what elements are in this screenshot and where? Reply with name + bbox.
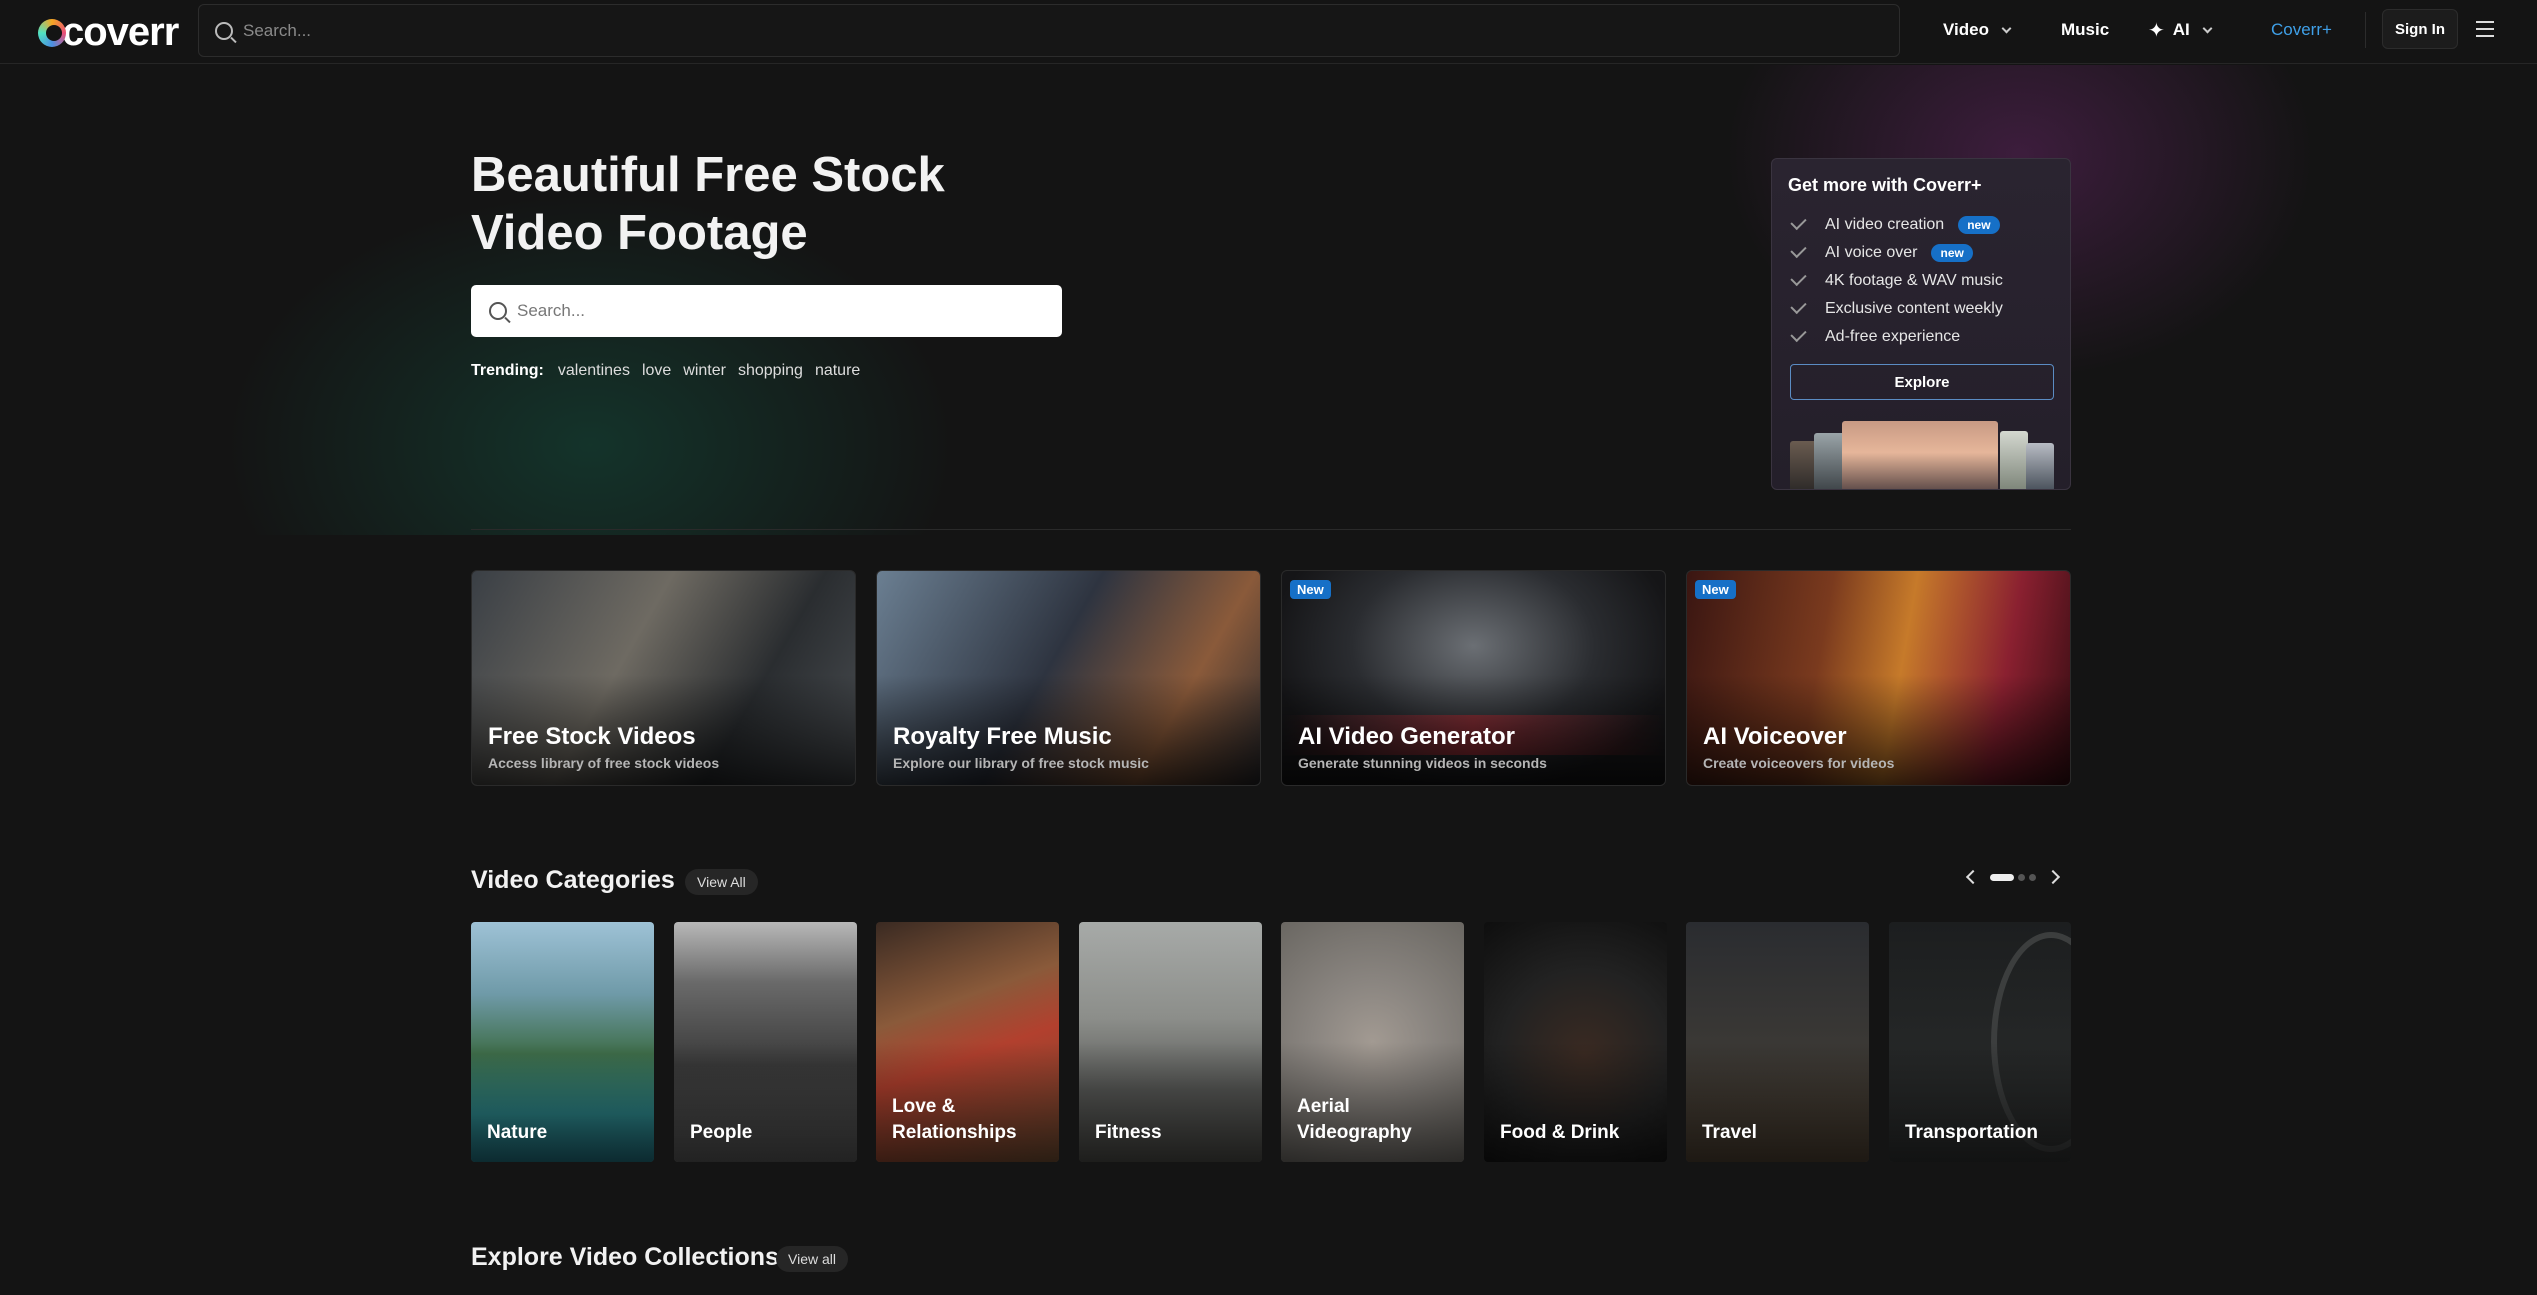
category-label: Nature: [487, 1122, 548, 1143]
nav-video-menu[interactable]: Video: [1943, 18, 2012, 42]
category-label: Love & Relationships: [892, 1096, 1017, 1143]
coverr-plus-title: Get more with Coverr+: [1788, 175, 1982, 195]
trending-tag[interactable]: shopping: [738, 362, 803, 380]
sparkles-icon: ✦: [2148, 19, 2165, 42]
trending-tag[interactable]: winter: [683, 362, 726, 380]
category-tile-transportation[interactable]: Transportation: [1889, 922, 2071, 1162]
category-tile-aerial-videography[interactable]: Aerial Videography: [1281, 922, 1464, 1162]
coverr-plus-card: Get more with Coverr+ AI video creation …: [1771, 158, 2071, 490]
feature-item: Exclusive content weekly: [1790, 295, 2003, 323]
category-label: Transportation: [1905, 1122, 2039, 1143]
hamburger-menu-icon[interactable]: [2476, 21, 2494, 37]
feature-card-title: Royalty Free Music: [893, 723, 1112, 750]
category-tile-nature[interactable]: Nature: [471, 922, 654, 1162]
feature-label: Exclusive content weekly: [1825, 300, 2003, 317]
explore-button[interactable]: Explore: [1790, 364, 2054, 400]
nav-divider: [2365, 12, 2366, 48]
feature-item: Ad-free experience: [1790, 323, 2003, 351]
feature-card-subtitle: Explore our library of free stock music: [893, 755, 1149, 771]
coverr-logo[interactable]: coverr: [38, 9, 179, 54]
hero-background: [0, 65, 2537, 535]
carousel-dot[interactable]: [2029, 873, 2036, 881]
new-badge: New: [1695, 580, 1736, 599]
preview-thumbnails: [1790, 421, 2054, 489]
hero-title-line1: Beautiful Free Stock: [471, 148, 945, 202]
feature-item: AI video creation new: [1790, 211, 2003, 239]
feature-label: AI voice over: [1825, 244, 1918, 261]
feature-card-subtitle: Create voiceovers for videos: [1703, 755, 1895, 771]
new-badge: New: [1290, 580, 1331, 599]
trending-tag[interactable]: love: [642, 362, 671, 380]
check-icon: [1790, 325, 1807, 343]
new-badge: new: [1931, 244, 1973, 262]
nav-music-link[interactable]: Music: [2061, 18, 2109, 42]
hero-search-input[interactable]: [517, 285, 1062, 337]
trending-label: Trending:: [471, 362, 544, 379]
chevron-right-icon[interactable]: [2045, 869, 2061, 885]
feature-card-title: Free Stock Videos: [488, 723, 696, 750]
nav-ai-menu[interactable]: ✦ AI: [2148, 18, 2213, 42]
categories-carousel-controls: [1965, 869, 2061, 885]
check-icon: [1790, 213, 1807, 231]
search-icon: [489, 302, 507, 320]
nav-coverr-plus-link[interactable]: Coverr+: [2271, 18, 2332, 42]
carousel-dots: [1990, 873, 2036, 881]
coverr-plus-feature-list: AI video creation new AI voice over new …: [1790, 211, 2003, 351]
feature-item: AI voice over new: [1790, 239, 2003, 267]
category-tile-fitness[interactable]: Fitness: [1079, 922, 1262, 1162]
feature-label: 4K footage & WAV music: [1825, 272, 2003, 289]
feature-item: 4K footage & WAV music: [1790, 267, 2003, 295]
section-divider: [471, 529, 2071, 530]
feature-card-royalty-free-music[interactable]: Royalty Free Music Explore our library o…: [876, 570, 1261, 786]
hero-title: Beautiful Free Stock Video Footage: [471, 146, 1031, 262]
category-tile-food-drink[interactable]: Food & Drink: [1484, 922, 1667, 1162]
feature-card-free-stock-videos[interactable]: Free Stock Videos Access library of free…: [471, 570, 856, 786]
feature-card-title: AI Video Generator: [1298, 723, 1515, 750]
hero-search-bar[interactable]: [471, 285, 1062, 337]
chevron-down-icon: [2202, 23, 2213, 33]
nav-search-input[interactable]: [243, 5, 1899, 56]
nav-search-bar[interactable]: [198, 4, 1900, 57]
check-icon: [1790, 269, 1807, 287]
sign-in-button[interactable]: Sign In: [2382, 9, 2458, 49]
feature-label: Ad-free experience: [1825, 328, 1961, 345]
nav-music-label: Music: [2061, 20, 2110, 39]
nav-coverr-plus-label: Coverr+: [2271, 20, 2332, 39]
categories-view-all-button[interactable]: View All: [685, 869, 758, 895]
trending-tag[interactable]: nature: [815, 362, 860, 380]
nav-video-label: Video: [1943, 20, 1989, 39]
category-tile-people[interactable]: People: [674, 922, 857, 1162]
feature-label: AI video creation: [1825, 216, 1945, 233]
hero-title-line2: Video Footage: [471, 206, 808, 260]
category-label: Aerial Videography: [1297, 1096, 1412, 1143]
logo-text: coverr: [62, 9, 179, 54]
video-categories-title: Video Categories: [471, 866, 675, 894]
video-collections-title: Explore Video Collections: [471, 1243, 779, 1271]
feature-card-ai-video-generator[interactable]: New AI Video Generator Generate stunning…: [1281, 570, 1666, 786]
feature-card-subtitle: Access library of free stock videos: [488, 755, 720, 771]
check-icon: [1790, 297, 1807, 315]
category-tile-love-relationships[interactable]: Love & Relationships: [876, 922, 1059, 1162]
top-navbar: coverr Video Music ✦ AI Coverr+ Sign In: [0, 0, 2537, 64]
check-icon: [1790, 241, 1807, 259]
category-label: People: [690, 1122, 753, 1143]
collections-view-all-button[interactable]: View all: [776, 1246, 848, 1272]
trending-tag[interactable]: valentines: [558, 362, 630, 380]
search-icon: [215, 21, 233, 40]
category-label: Food & Drink: [1500, 1122, 1620, 1143]
new-badge: new: [1958, 216, 2000, 234]
category-label: Fitness: [1095, 1122, 1162, 1143]
category-label: Travel: [1702, 1122, 1757, 1143]
feature-card-title: AI Voiceover: [1703, 723, 1847, 750]
trending-tags: Trending: valentines love winter shoppin…: [471, 362, 860, 380]
feature-card-ai-voiceover[interactable]: New AI Voiceover Create voiceovers for v…: [1686, 570, 2071, 786]
nav-ai-label: AI: [2172, 20, 2190, 39]
carousel-dot[interactable]: [2018, 873, 2025, 881]
category-tile-travel[interactable]: Travel: [1686, 922, 1869, 1162]
coverr-logo-icon: [38, 19, 66, 47]
chevron-down-icon: [2001, 23, 2012, 33]
carousel-dot[interactable]: [1990, 873, 2014, 881]
feature-card-subtitle: Generate stunning videos in seconds: [1298, 755, 1547, 771]
chevron-left-icon[interactable]: [1965, 869, 1981, 885]
